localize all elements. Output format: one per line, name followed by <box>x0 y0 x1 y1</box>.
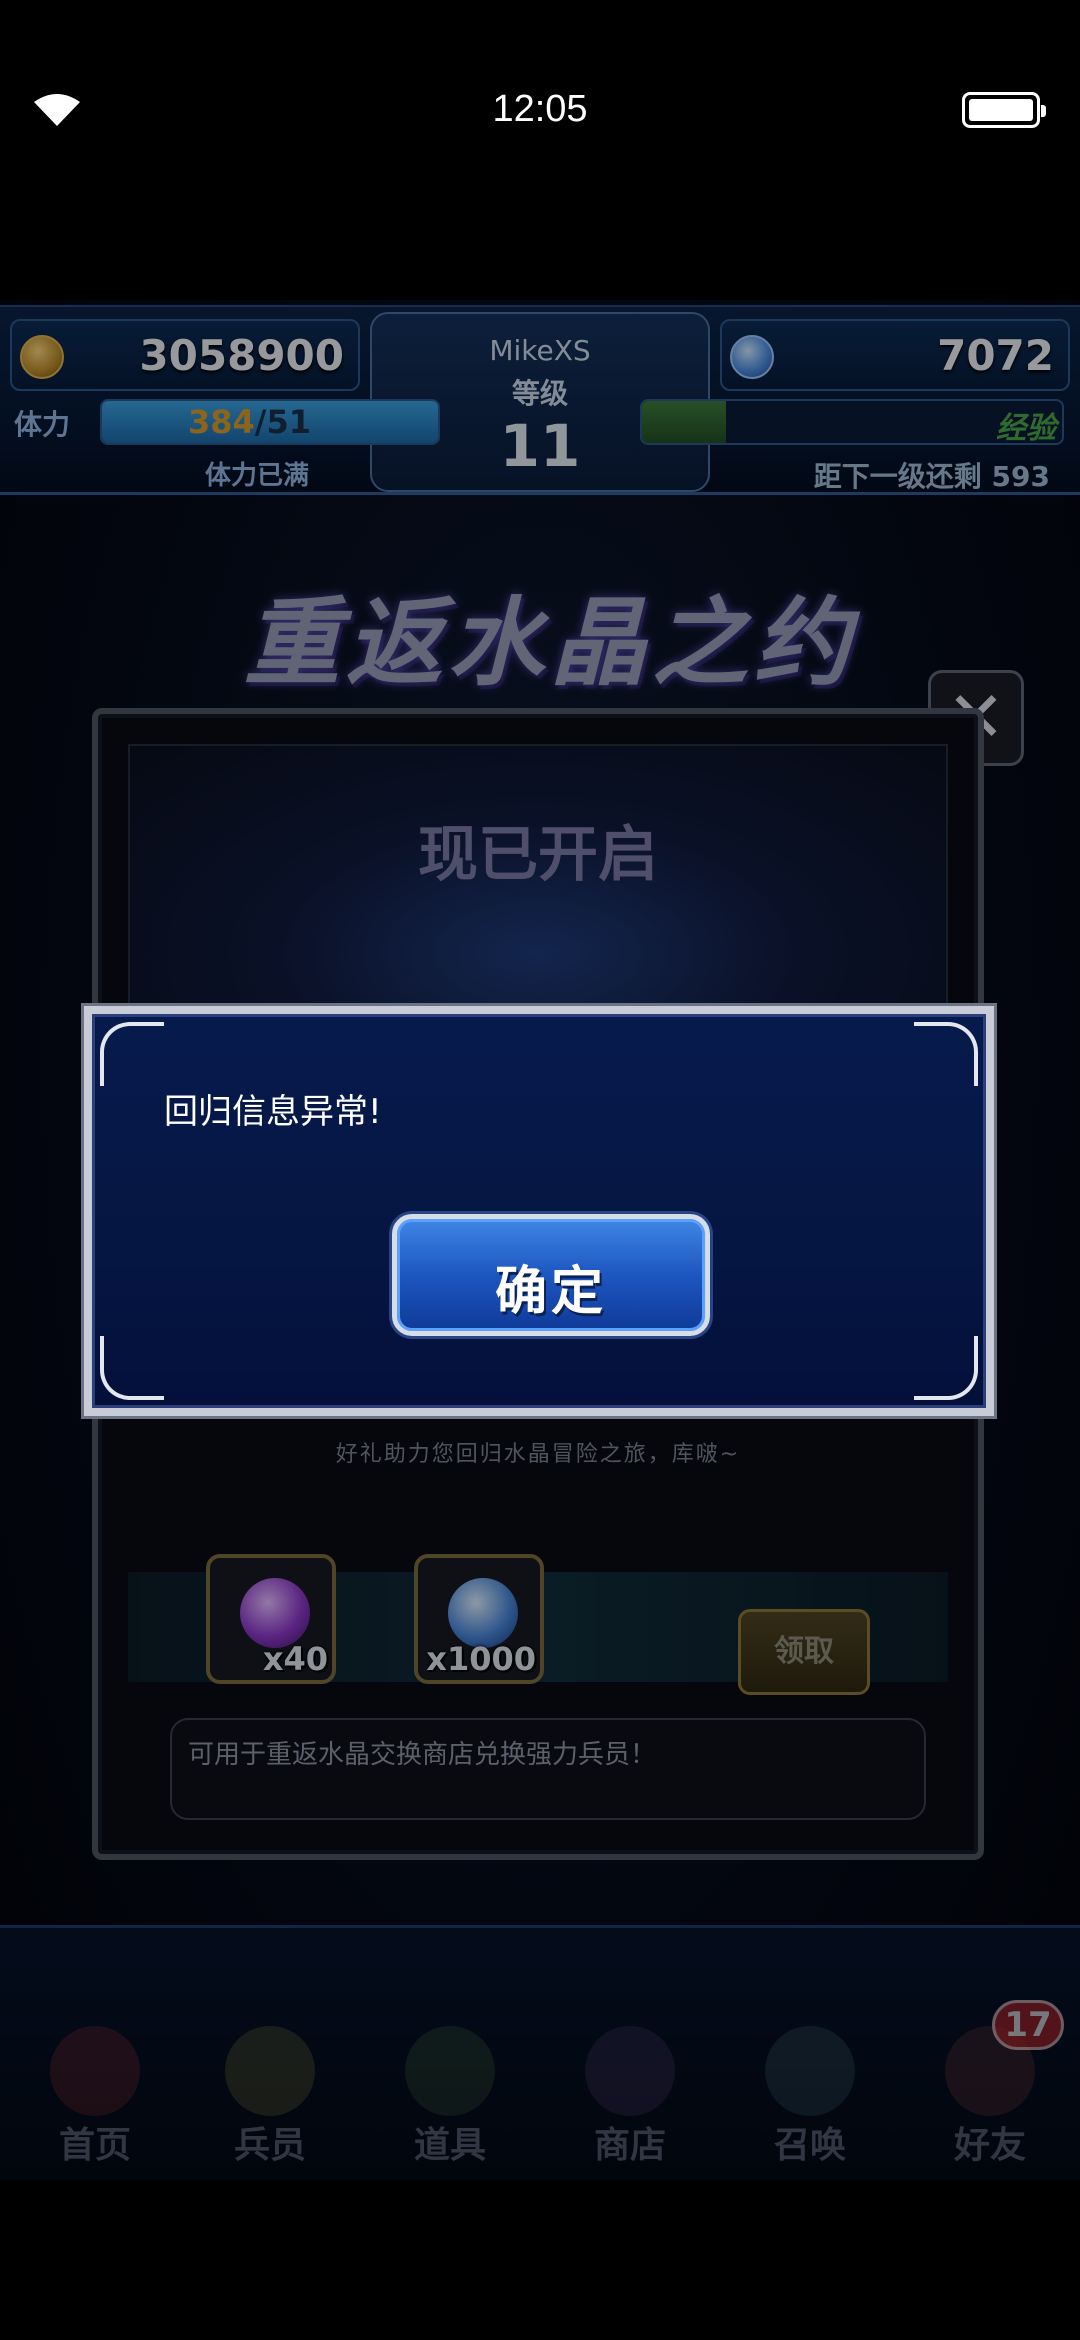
ornament-corner <box>914 1022 978 1086</box>
status-time: 12:05 <box>492 88 588 130</box>
confirm-button-label: 确定 <box>494 1262 607 1322</box>
ornament-corner <box>100 1022 164 1086</box>
ornament-corner <box>914 1336 978 1400</box>
battery-full-icon <box>962 92 1046 128</box>
dialog-message: 回归信息异常! <box>164 1092 382 1132</box>
ornament-corner <box>100 1336 164 1400</box>
status-bar: 12:05 <box>0 0 1080 220</box>
error-dialog: 回归信息异常! 确定 <box>84 1006 994 1416</box>
confirm-button[interactable]: 确定 <box>392 1214 710 1336</box>
